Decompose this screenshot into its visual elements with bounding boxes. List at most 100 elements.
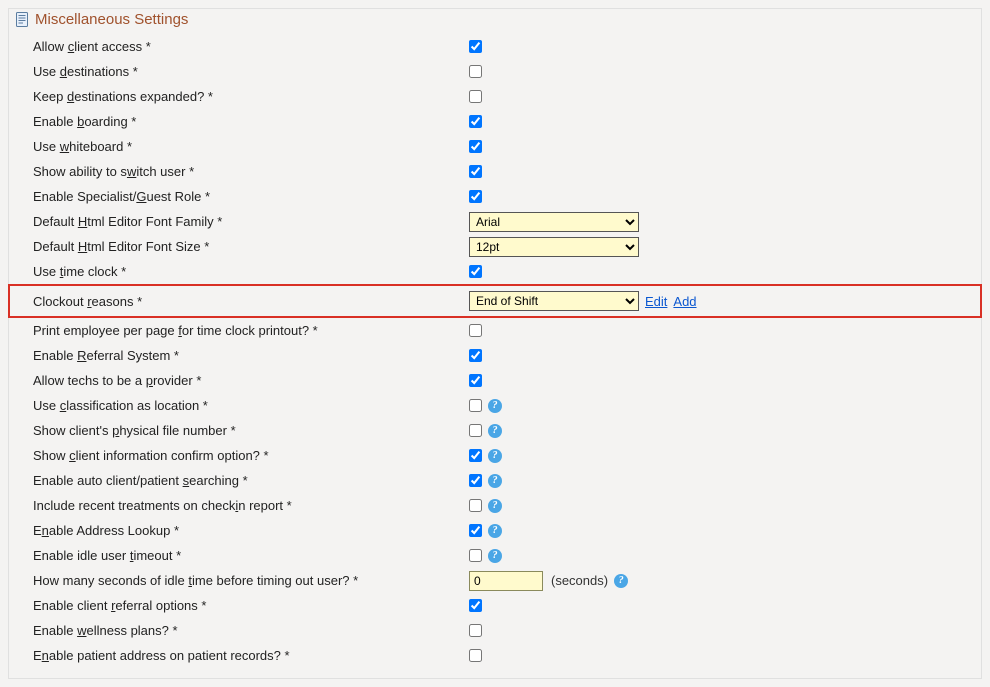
help-icon[interactable]: ? [488,499,502,513]
setting-label-accesskey: d [60,64,67,79]
setting-label-accesskey: G [136,189,146,204]
setting-label: Use classification as location * [9,398,469,413]
panel-title: Miscellaneous Settings [35,11,188,28]
setting-checkbox[interactable] [469,165,482,178]
setting-label: Enable Address Lookup * [9,523,469,538]
setting-control: ? [469,549,502,563]
edit-link[interactable]: Edit [645,294,667,309]
add-link[interactable]: Add [673,294,696,309]
setting-checkbox[interactable] [469,190,482,203]
setting-label-pre: Enable idle user [33,548,130,563]
setting-checkbox[interactable] [469,449,482,462]
setting-checkbox[interactable] [469,399,482,412]
setting-label-pre: Default [33,239,78,254]
setting-checkbox[interactable] [469,115,482,128]
setting-row: Show client information confirm option? … [9,443,981,468]
setting-label-post: n report * [238,498,291,513]
setting-label: How many seconds of idle time before tim… [9,573,469,588]
setting-control [469,40,482,53]
setting-label-pre: Clockout [33,294,87,309]
help-icon[interactable]: ? [488,399,502,413]
setting-label: Enable idle user timeout * [9,548,469,563]
help-icon[interactable]: ? [488,474,502,488]
setting-label-pre: Enable [33,348,77,363]
setting-label-accesskey: p [146,373,153,388]
setting-checkbox[interactable] [469,324,482,337]
setting-row: Include recent treatments on checkin rep… [9,493,981,518]
setting-control: End of Shift Edit Add [469,291,697,311]
setting-checkbox[interactable] [469,140,482,153]
setting-label-post: lassification as location * [66,398,208,413]
setting-label: Enable boarding * [9,114,469,129]
setting-label-post: estinations expanded? * [74,89,213,104]
help-icon[interactable]: ? [614,574,628,588]
help-icon[interactable]: ? [488,549,502,563]
setting-row: Enable boarding * [9,109,981,134]
setting-checkbox[interactable] [469,499,482,512]
setting-label-pre: Enable client [33,598,111,613]
setting-label-post: easons * [92,294,143,309]
setting-checkbox[interactable] [469,649,482,662]
setting-control [469,190,482,203]
setting-select[interactable]: End of Shift [469,291,639,311]
setting-label-pre: Enable Specialist/ [33,189,136,204]
setting-control: ? [469,474,502,488]
setting-label-pre: Keep [33,89,67,104]
setting-label-post: ime clock * [63,264,126,279]
setting-label-pre: Enable [33,623,77,638]
panel-header: Miscellaneous Settings [9,9,981,32]
setting-number-input[interactable] [469,571,543,591]
setting-control: 12pt [469,237,639,257]
setting-row: Allow techs to be a provider * [9,368,981,393]
setting-label-post: able Address Lookup * [49,523,179,538]
setting-checkbox[interactable] [469,624,482,637]
setting-label-post: lient information confirm option? * [76,448,269,463]
setting-label: Keep destinations expanded? * [9,89,469,104]
setting-row: Enable idle user timeout *? [9,543,981,568]
setting-checkbox[interactable] [469,265,482,278]
help-icon[interactable]: ? [488,424,502,438]
setting-checkbox[interactable] [469,424,482,437]
setting-label-post: itch user * [136,164,194,179]
setting-checkbox[interactable] [469,549,482,562]
setting-checkbox[interactable] [469,474,482,487]
setting-checkbox[interactable] [469,599,482,612]
setting-checkbox[interactable] [469,524,482,537]
setting-label-post: earching * [189,473,248,488]
help-icon[interactable]: ? [488,449,502,463]
help-icon[interactable]: ? [488,524,502,538]
setting-row: Enable patient address on patient record… [9,643,981,668]
setting-row: Enable wellness plans? * [9,618,981,643]
setting-label: Default Html Editor Font Family * [9,214,469,229]
setting-checkbox[interactable] [469,349,482,362]
setting-row: Default Html Editor Font Size *12pt [9,234,981,259]
setting-control [469,649,482,662]
setting-label-pre: Include recent treatments on check [33,498,235,513]
setting-label: Enable Referral System * [9,348,469,363]
setting-label-accesskey: n [42,648,49,663]
setting-label: Enable auto client/patient searching * [9,473,469,488]
setting-row: Use whiteboard * [9,134,981,159]
setting-label: Use destinations * [9,64,469,79]
setting-label: Enable patient address on patient record… [9,648,469,663]
setting-label-post: eferral options * [115,598,206,613]
setting-select[interactable]: 12pt [469,237,639,257]
setting-control [469,374,482,387]
setting-row: Use destinations * [9,59,981,84]
setting-label-pre: Print employee per page [33,323,178,338]
setting-label-post: estinations * [67,64,138,79]
setting-checkbox[interactable] [469,90,482,103]
setting-row: Clockout reasons *End of ShiftEditAdd [9,285,981,317]
setting-checkbox[interactable] [469,65,482,78]
setting-control [469,65,482,78]
setting-label-pre: Enable [33,114,77,129]
setting-control: ? [469,499,502,513]
setting-checkbox[interactable] [469,40,482,53]
setting-label-accesskey: H [78,239,87,254]
setting-checkbox[interactable] [469,374,482,387]
setting-control [469,624,482,637]
setting-label: Enable client referral options * [9,598,469,613]
setting-row: Show ability to switch user * [9,159,981,184]
setting-row: Use time clock * [9,259,981,284]
setting-select[interactable]: Arial [469,212,639,232]
